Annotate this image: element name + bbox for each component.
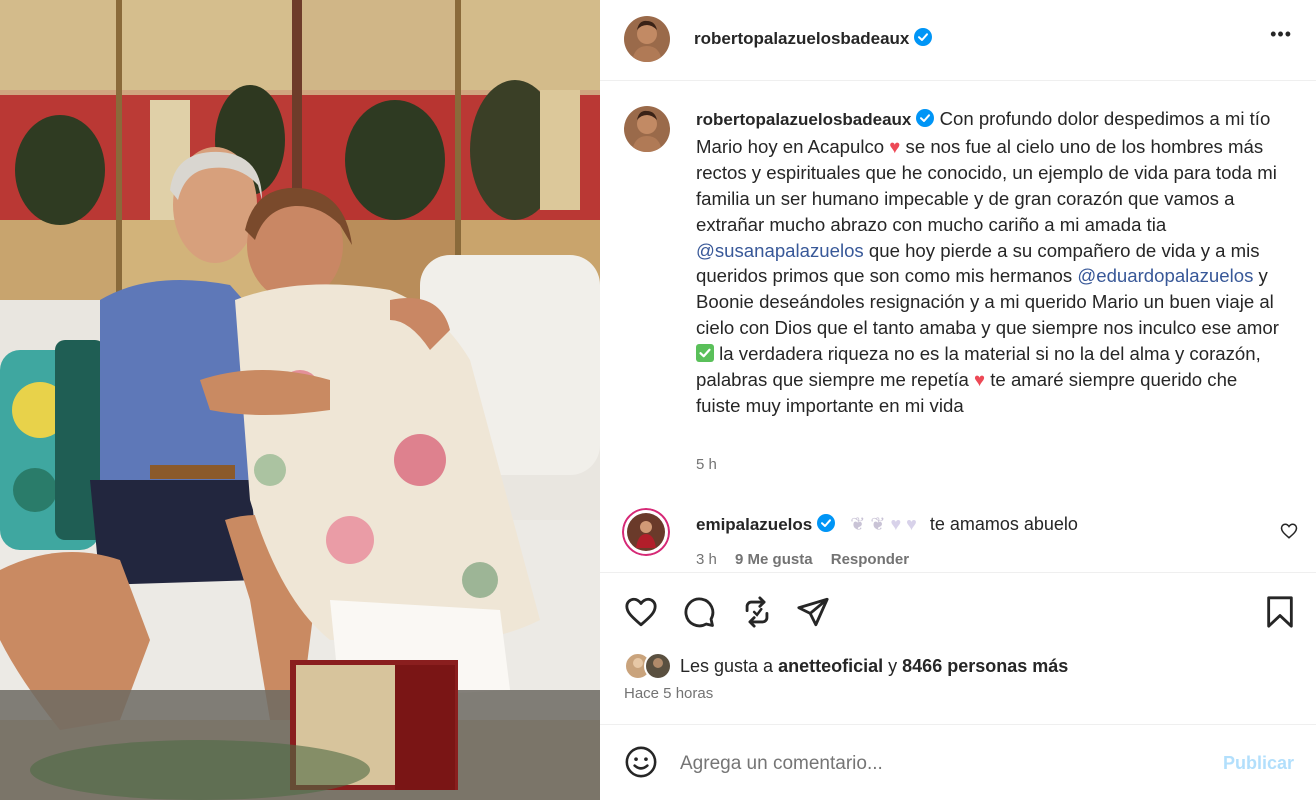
comment-likes[interactable]: 9 Me gusta	[735, 551, 813, 568]
post-details-panel: robertopalazuelosbadeaux ••• robertopala…	[600, 0, 1316, 800]
post-photo[interactable]	[0, 0, 600, 800]
dove-emoji-icon: ❦	[850, 514, 866, 534]
caption-author-avatar[interactable]	[624, 106, 670, 152]
caption-author-username[interactable]: robertopalazuelosbadeaux	[696, 110, 911, 129]
post-timestamp[interactable]: Hace 5 horas	[624, 685, 713, 702]
save-bookmark-icon[interactable]	[1264, 595, 1296, 634]
comment-meta: 3 h 9 Me gusta Responder	[696, 551, 909, 568]
likes-prefix: Les gusta a	[680, 656, 774, 676]
verified-badge-icon	[916, 108, 935, 134]
emoji-smiley-icon[interactable]	[624, 745, 658, 784]
post-caption: robertopalazuelosbadeaux Con profundo do…	[696, 106, 1286, 419]
likers-avatars[interactable]	[624, 652, 674, 685]
mention-link[interactable]: @eduardopalazuelos	[1077, 265, 1253, 286]
comment-text: te amamos abuelo	[929, 514, 1078, 534]
heart-emoji-icon: ♥	[974, 369, 986, 391]
comment-like-heart-icon[interactable]	[1280, 522, 1298, 545]
likes-connector: y	[888, 656, 898, 676]
add-comment-bar: Publicar	[600, 724, 1316, 801]
check-mark-emoji-icon	[696, 343, 714, 364]
white-heart-emoji-icon: ♥	[906, 514, 917, 534]
likes-count[interactable]: 8466 personas más	[902, 656, 1068, 676]
comment-bubble-icon[interactable]	[682, 595, 716, 634]
caption-timestamp[interactable]: 5 h	[696, 456, 717, 473]
dove-emoji-icon: ❦	[870, 514, 886, 534]
commenter-avatar[interactable]	[622, 508, 670, 556]
comment-input[interactable]	[680, 753, 1200, 775]
comment: emipalazuelos ❦ ❦ ♥ ♥ te amamos abuelo	[696, 514, 1078, 537]
comment-timestamp[interactable]: 3 h	[696, 551, 717, 568]
mention-link[interactable]: @susanapalazuelos	[696, 240, 864, 261]
post-actions-bar	[600, 572, 1316, 653]
post-header: robertopalazuelosbadeaux •••	[600, 0, 1316, 81]
white-heart-emoji-icon: ♥	[890, 514, 902, 534]
repost-icon[interactable]	[740, 595, 774, 634]
likes-summary: Les gusta a anetteoficial y 8466 persona…	[680, 656, 1068, 677]
share-send-icon[interactable]	[796, 595, 830, 634]
verified-badge-icon	[817, 514, 836, 537]
liker-username[interactable]: anetteoficial	[778, 656, 883, 676]
like-heart-icon[interactable]	[624, 595, 658, 634]
verified-badge-icon	[914, 28, 933, 51]
author-username[interactable]: robertopalazuelosbadeaux	[694, 29, 909, 48]
heart-emoji-icon: ♥	[889, 135, 901, 157]
author-avatar[interactable]	[624, 16, 670, 62]
post-image	[0, 0, 600, 800]
commenter-username[interactable]: emipalazuelos	[696, 515, 812, 534]
more-options-icon[interactable]: •••	[1270, 24, 1292, 45]
reply-button[interactable]: Responder	[831, 551, 909, 568]
publish-button[interactable]: Publicar	[1223, 753, 1294, 774]
